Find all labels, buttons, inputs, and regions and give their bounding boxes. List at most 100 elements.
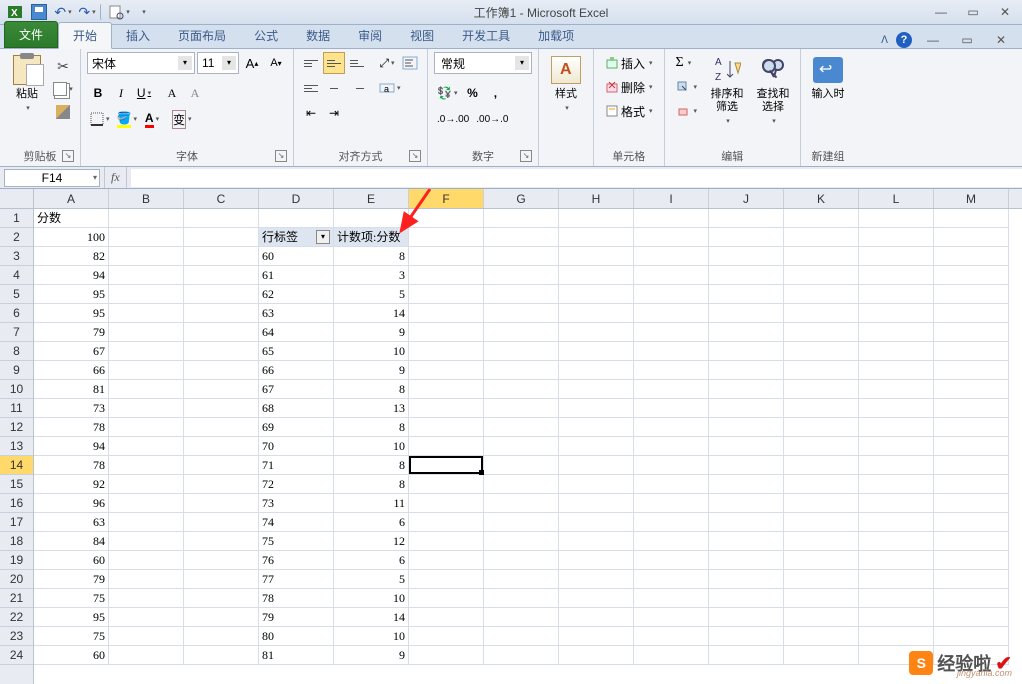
column-headers[interactable]: ABCDEFGHIJKLM <box>34 189 1022 209</box>
cell-M17[interactable] <box>934 513 1009 532</box>
cell-I24[interactable] <box>634 646 709 665</box>
cell-M16[interactable] <box>934 494 1009 513</box>
cell-H14[interactable] <box>559 456 634 475</box>
cell-A24[interactable]: 60 <box>34 646 109 665</box>
cell-D21[interactable]: 78 <box>259 589 334 608</box>
cell-A22[interactable]: 95 <box>34 608 109 627</box>
tab-insert[interactable]: 插入 <box>112 23 164 48</box>
row-header-8[interactable]: 8 <box>0 342 33 361</box>
cell-H18[interactable] <box>559 532 634 551</box>
cell-A11[interactable]: 73 <box>34 399 109 418</box>
cell-K17[interactable] <box>784 513 859 532</box>
cell-K22[interactable] <box>784 608 859 627</box>
print-preview-button[interactable]: ▾ <box>108 2 130 22</box>
cell-M10[interactable] <box>934 380 1009 399</box>
cell-B24[interactable] <box>109 646 184 665</box>
cell-E3[interactable]: 8 <box>334 247 409 266</box>
col-header-J[interactable]: J <box>709 189 784 208</box>
cell-G14[interactable] <box>484 456 559 475</box>
cell-A6[interactable]: 95 <box>34 304 109 323</box>
cell-J24[interactable] <box>709 646 784 665</box>
cell-H10[interactable] <box>559 380 634 399</box>
cell-G17[interactable] <box>484 513 559 532</box>
align-right-button[interactable] <box>346 77 368 99</box>
cell-E22[interactable]: 14 <box>334 608 409 627</box>
cell-I21[interactable] <box>634 589 709 608</box>
cell-A16[interactable]: 96 <box>34 494 109 513</box>
cell-F21[interactable] <box>409 589 484 608</box>
cell-B9[interactable] <box>109 361 184 380</box>
cells-area[interactable]: 分数100行标签▾计数项:分数8260894613956259563147964… <box>34 209 1022 684</box>
cell-H22[interactable] <box>559 608 634 627</box>
cell-J16[interactable] <box>709 494 784 513</box>
clear-button[interactable]: ▾ <box>671 100 703 122</box>
autosum-button[interactable]: Σ▾ <box>671 52 703 74</box>
cell-E2[interactable]: 计数项:分数 <box>334 228 409 247</box>
cell-H9[interactable] <box>559 361 634 380</box>
cell-K8[interactable] <box>784 342 859 361</box>
cell-A3[interactable]: 82 <box>34 247 109 266</box>
cell-A18[interactable]: 84 <box>34 532 109 551</box>
cell-J14[interactable] <box>709 456 784 475</box>
cell-I8[interactable] <box>634 342 709 361</box>
increase-indent-button[interactable]: ⇥ <box>323 102 345 124</box>
cell-J19[interactable] <box>709 551 784 570</box>
cell-I10[interactable] <box>634 380 709 399</box>
cell-J13[interactable] <box>709 437 784 456</box>
cell-K19[interactable] <box>784 551 859 570</box>
cell-E15[interactable]: 8 <box>334 475 409 494</box>
cell-K15[interactable] <box>784 475 859 494</box>
cell-G10[interactable] <box>484 380 559 399</box>
col-header-D[interactable]: D <box>259 189 334 208</box>
cell-F3[interactable] <box>409 247 484 266</box>
cell-F12[interactable] <box>409 418 484 437</box>
tab-layout[interactable]: 页面布局 <box>164 23 240 48</box>
cell-M13[interactable] <box>934 437 1009 456</box>
cell-M12[interactable] <box>934 418 1009 437</box>
cell-G23[interactable] <box>484 627 559 646</box>
cell-C1[interactable] <box>184 209 259 228</box>
cell-I22[interactable] <box>634 608 709 627</box>
cell-G13[interactable] <box>484 437 559 456</box>
cell-D1[interactable] <box>259 209 334 228</box>
input-time-button[interactable]: 输入时 <box>807 52 849 103</box>
cell-C19[interactable] <box>184 551 259 570</box>
cell-F24[interactable] <box>409 646 484 665</box>
cell-I20[interactable] <box>634 570 709 589</box>
cell-L17[interactable] <box>859 513 934 532</box>
cell-L8[interactable] <box>859 342 934 361</box>
cell-M2[interactable] <box>934 228 1009 247</box>
cell-H23[interactable] <box>559 627 634 646</box>
font-color-button[interactable]: A▾ <box>141 108 163 130</box>
cell-M6[interactable] <box>934 304 1009 323</box>
tab-review[interactable]: 审阅 <box>344 23 396 48</box>
cell-H24[interactable] <box>559 646 634 665</box>
cell-F11[interactable] <box>409 399 484 418</box>
clipboard-dialog-launcher[interactable]: ↘ <box>62 150 74 162</box>
cell-J8[interactable] <box>709 342 784 361</box>
cell-L5[interactable] <box>859 285 934 304</box>
cell-D5[interactable]: 62 <box>259 285 334 304</box>
cell-H3[interactable] <box>559 247 634 266</box>
cell-D22[interactable]: 79 <box>259 608 334 627</box>
cell-B12[interactable] <box>109 418 184 437</box>
cell-I4[interactable] <box>634 266 709 285</box>
cell-E21[interactable]: 10 <box>334 589 409 608</box>
cell-I1[interactable] <box>634 209 709 228</box>
cell-L23[interactable] <box>859 627 934 646</box>
cell-J18[interactable] <box>709 532 784 551</box>
bold-button[interactable]: B <box>87 82 109 104</box>
cell-I9[interactable] <box>634 361 709 380</box>
cell-H7[interactable] <box>559 323 634 342</box>
qat-customize-button[interactable]: ▾ <box>132 2 154 22</box>
cell-M20[interactable] <box>934 570 1009 589</box>
cell-C15[interactable] <box>184 475 259 494</box>
cell-E20[interactable]: 5 <box>334 570 409 589</box>
row-header-6[interactable]: 6 <box>0 304 33 323</box>
row-header-20[interactable]: 20 <box>0 570 33 589</box>
cell-F1[interactable] <box>409 209 484 228</box>
redo-button[interactable]: ↷▾ <box>76 2 98 22</box>
cell-A23[interactable]: 75 <box>34 627 109 646</box>
row-header-16[interactable]: 16 <box>0 494 33 513</box>
col-header-L[interactable]: L <box>859 189 934 208</box>
